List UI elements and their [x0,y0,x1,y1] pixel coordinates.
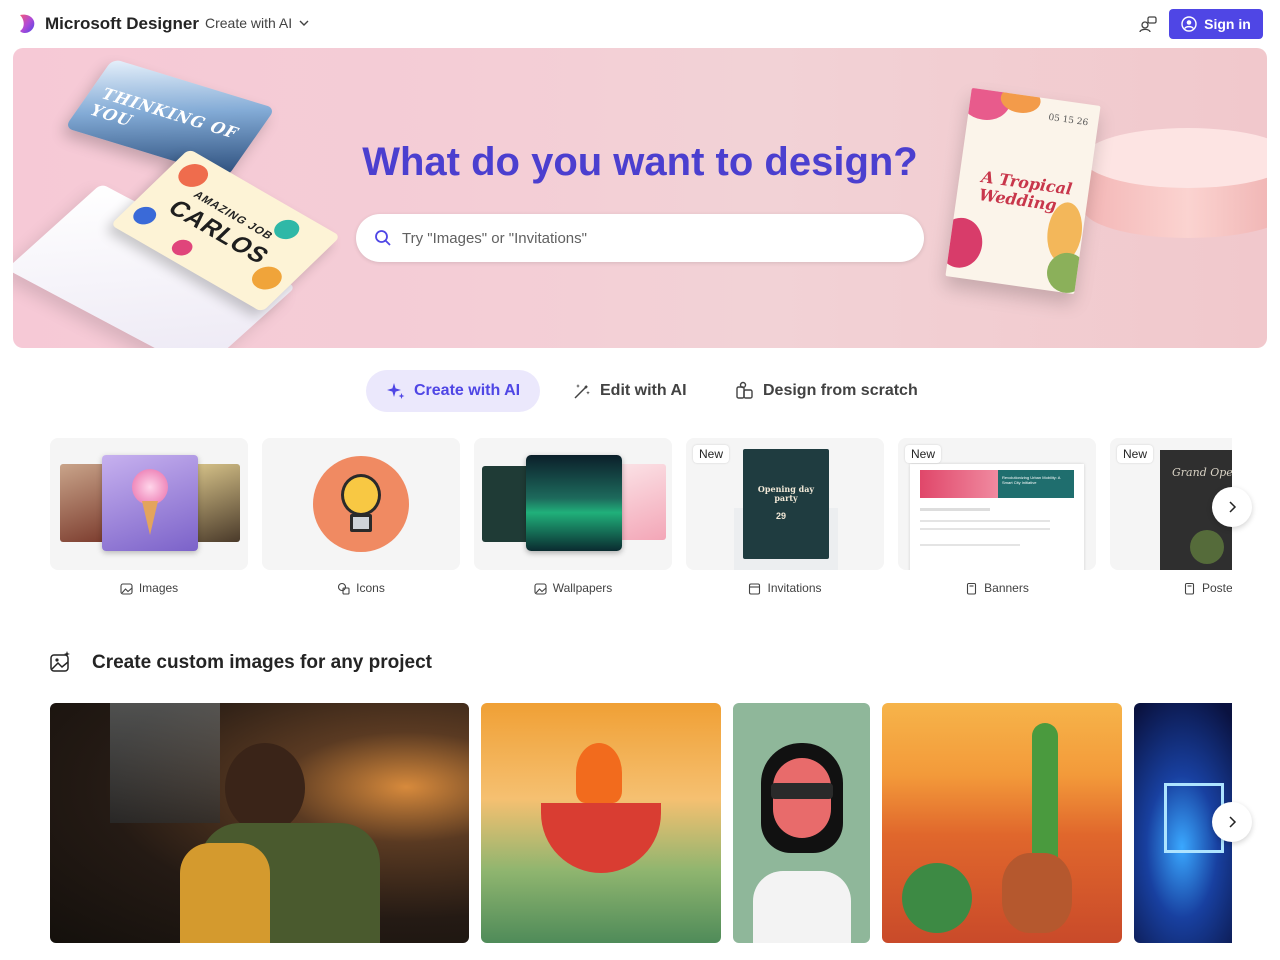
image-sparkle-icon [50,651,70,672]
chevron-right-icon [1229,501,1237,513]
category-label-row: Poster [1110,581,1232,595]
search-input[interactable] [402,229,882,247]
category-label: Icons [356,581,385,595]
category-thumbnail [262,438,460,570]
image-sparkle-icon [120,582,133,595]
section-title: Create custom images for any project [92,652,432,673]
category-thumbnail [474,438,672,570]
pedestal-illustration [1083,128,1267,258]
person-circle-icon [1181,16,1197,32]
tab-design-from-scratch[interactable]: Design from scratch [715,370,938,412]
category-label-row: Icons [262,581,460,595]
image-sparkle-icon [534,582,547,595]
invite-title: A Tropical Wedding [977,167,1074,215]
sign-in-label: Sign in [1204,16,1251,32]
category-label-row: Invitations [686,581,884,595]
designer-logo-icon[interactable] [17,13,37,35]
images-next-button[interactable] [1212,802,1252,842]
category-thumbnail: Opening day party 29 New [686,438,884,570]
chevron-down-icon [299,20,309,26]
new-badge: New [905,445,942,463]
invitation-thumb-title: Opening day party [757,484,815,503]
image-tile-reading[interactable] [50,703,469,943]
invite-date: 05 15 26 [1047,112,1089,129]
custom-images-carousel [50,703,1232,943]
tab-label: Edit with AI [600,382,687,399]
category-icons[interactable]: Icons [262,438,460,595]
calendar-icon [749,582,761,595]
invitation-thumb-day: 29 [776,511,787,521]
tab-edit-with-ai[interactable]: Edit with AI [552,370,707,412]
banner-thumb-text: Revolutionizing Urban Mobility: A Smart … [1002,475,1061,485]
search-box[interactable] [356,214,924,262]
carousel-next-button[interactable] [1212,487,1252,527]
hero-banner: THINKING OF YOU AMAZING JOB CARLOS What … [13,48,1267,348]
category-thumbnail: Revolutionizing Urban Mobility: A Smart … [898,438,1096,570]
category-label-row: Wallpapers [474,581,672,595]
top-bar: Microsoft Designer Create with AI Sign i… [0,0,1280,48]
category-label: Wallpapers [552,581,613,595]
create-with-ai-menu[interactable]: Create with AI [205,15,310,31]
tab-create-with-ai[interactable]: Create with AI [366,370,541,412]
tropical-wedding-invitation: 05 15 26 A Tropical Wedding [945,87,1101,295]
new-badge: New [1117,445,1154,463]
new-badge: New [693,445,730,463]
search-icon [375,230,391,246]
sparkle-icon [387,383,405,399]
category-label: Poster [1202,581,1232,595]
design-shapes-icon [736,381,753,399]
category-thumbnail [50,438,248,570]
category-carousel: Images Icons Wallpapers Opening day part… [50,438,1232,608]
category-wallpapers[interactable]: Wallpapers [474,438,672,595]
sign-in-button[interactable]: Sign in [1169,9,1263,39]
people-community-icon[interactable] [1138,14,1158,34]
mode-tabs: Create with AI Edit with AI Design from … [0,370,1280,414]
image-tile-portrait[interactable] [733,703,870,943]
document-icon [1184,582,1195,595]
image-tile-grill[interactable] [481,703,721,943]
category-label: Images [138,581,179,595]
category-invitations[interactable]: Opening day party 29 New Invitations [686,438,884,595]
category-banners[interactable]: Revolutionizing Urban Mobility: A Smart … [898,438,1096,595]
category-images[interactable]: Images [50,438,248,595]
category-label-row: Banners [898,581,1096,595]
poster-thumb-text: Grand Opening [1172,466,1232,479]
tab-label: Design from scratch [763,382,918,399]
brand-name[interactable]: Microsoft Designer [45,14,199,34]
category-label-row: Images [50,581,248,595]
category-label: Invitations [767,581,822,595]
chevron-right-icon [1229,816,1237,828]
tab-label: Create with AI [414,382,521,399]
magic-wand-icon [574,384,590,399]
document-icon [967,582,977,595]
category-label: Banners [984,581,1029,595]
create-menu-label: Create with AI [205,15,293,31]
image-tile-desert[interactable] [882,703,1122,943]
shapes-icon [338,582,350,595]
